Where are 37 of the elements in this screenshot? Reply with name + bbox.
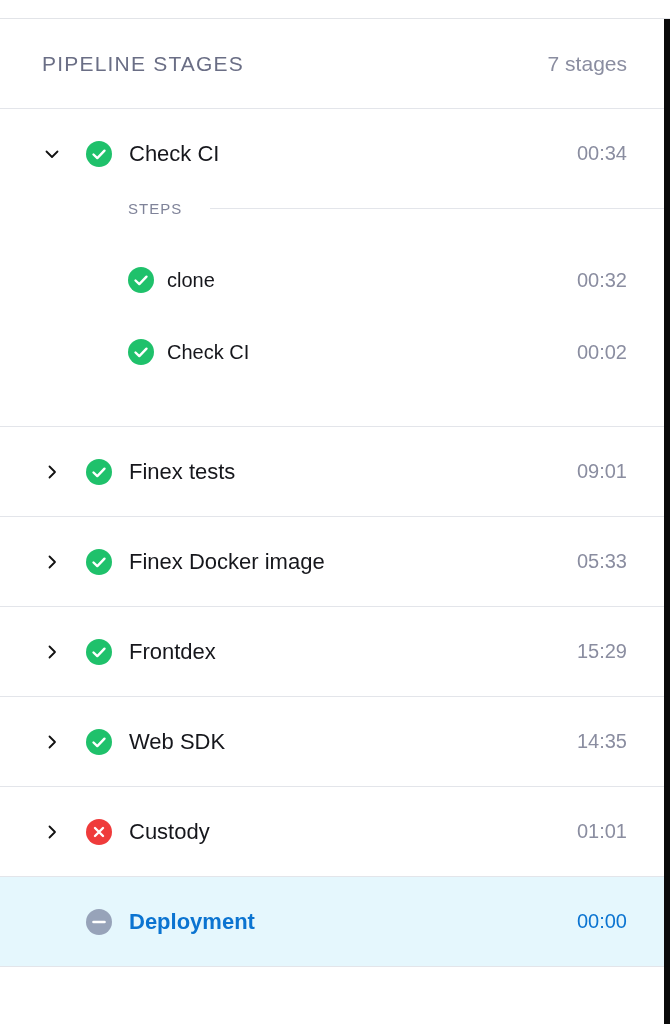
steps-label: STEPS xyxy=(128,199,183,217)
stage-row[interactable]: Custody 01:01 xyxy=(0,787,664,876)
stage-row[interactable]: Check CI 00:34 xyxy=(0,109,664,198)
stage-name: Finex tests xyxy=(129,458,237,485)
stage-row[interactable]: Deployment 00:00 xyxy=(0,877,664,966)
stage-row[interactable]: Finex tests 09:01 xyxy=(0,427,664,516)
stage-row[interactable]: Web SDK 14:35 xyxy=(0,697,664,786)
step-duration: 00:02 xyxy=(576,340,627,364)
stage-name: Frontdex xyxy=(129,638,217,665)
stage-name: Finex Docker image xyxy=(129,548,326,575)
stage-name: Check CI xyxy=(129,140,221,167)
stage-duration: 15:29 xyxy=(576,640,627,663)
step-duration: 00:32 xyxy=(576,268,627,292)
stage-row[interactable]: Finex Docker image 05:33 xyxy=(0,517,664,606)
stage-name: Web SDK xyxy=(129,728,227,755)
stage-duration: 09:01 xyxy=(576,460,627,483)
panel-title: PIPELINE STAGES xyxy=(42,51,244,76)
stage-name: Deployment xyxy=(129,908,256,935)
stage-duration: 05:33 xyxy=(576,550,627,573)
stage-row[interactable]: Frontdex 15:29 xyxy=(0,607,664,696)
stage-duration: 00:34 xyxy=(576,142,627,165)
check-circle-icon xyxy=(128,339,154,365)
x-circle-icon xyxy=(86,818,112,845)
stage-duration: 14:35 xyxy=(576,730,627,753)
step-name[interactable]: clone xyxy=(167,268,577,292)
check-circle-icon xyxy=(86,140,112,167)
check-circle-icon xyxy=(86,728,112,755)
check-circle-icon xyxy=(128,267,154,293)
stage-duration: 01:01 xyxy=(576,820,627,843)
stage-name: Custody xyxy=(129,818,211,845)
check-circle-icon xyxy=(86,548,112,575)
step-name[interactable]: Check CI xyxy=(167,340,577,364)
check-circle-icon xyxy=(86,638,112,665)
stage-count: 7 stages xyxy=(547,51,627,76)
minus-circle-icon xyxy=(86,908,112,935)
stage-duration: 00:00 xyxy=(576,910,627,933)
check-circle-icon xyxy=(86,458,112,485)
